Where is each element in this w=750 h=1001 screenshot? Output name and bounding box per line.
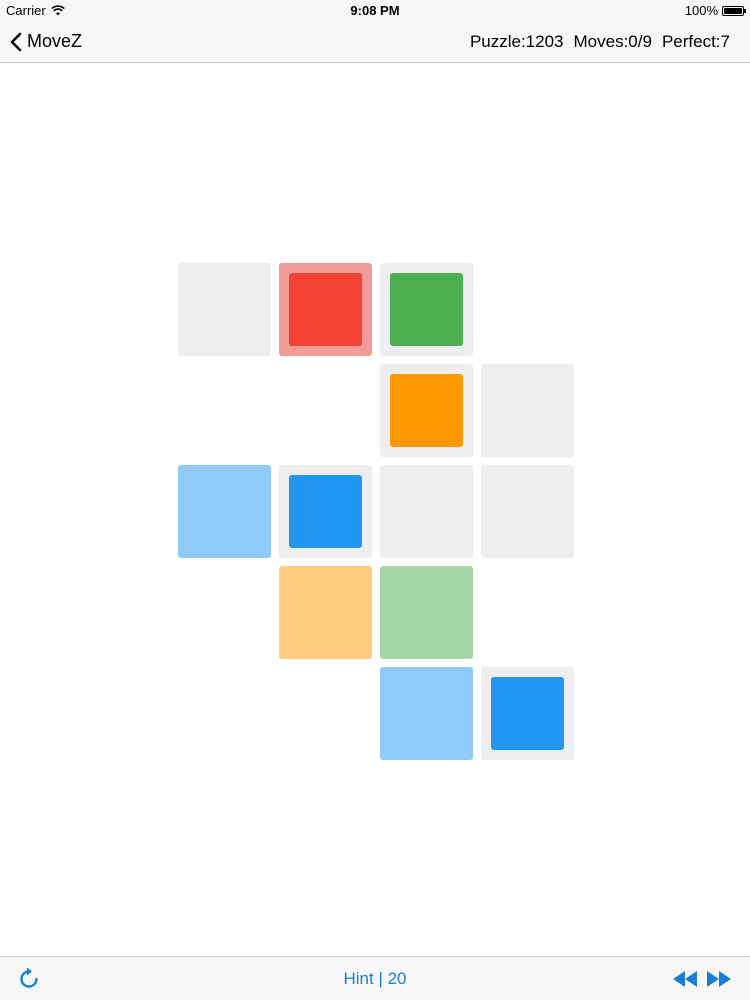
battery-icon <box>722 5 746 16</box>
empty-cell <box>380 465 473 558</box>
chevron-left-icon <box>10 32 22 51</box>
puzzle-number: Puzzle:1203 <box>469 31 564 51</box>
perfect-count: Perfect:7 <box>661 31 730 51</box>
battery-label: 100% <box>684 3 718 18</box>
history-controls <box>664 969 732 989</box>
target-cell-orange <box>279 566 372 659</box>
cell-green <box>380 263 473 356</box>
stats: Puzzle:1203 Moves:0/9 Perfect:7 <box>470 20 730 63</box>
piece-orange[interactable] <box>390 374 463 447</box>
status-bar: Carrier 9:08 PM 100% <box>0 0 750 20</box>
piece-red[interactable] <box>289 273 362 346</box>
cell-red <box>279 263 372 356</box>
bottom-toolbar: Hint | 20 <box>0 956 750 1000</box>
back-label: MoveZ <box>27 31 83 51</box>
status-time: 9:08 PM <box>350 3 400 18</box>
rewind-icon[interactable] <box>672 969 698 989</box>
cell-orange <box>380 364 473 457</box>
back-button[interactable]: MoveZ <box>10 20 82 63</box>
target-cell-blue <box>178 465 271 558</box>
game-board <box>0 64 750 956</box>
target-cell-green <box>380 566 473 659</box>
empty-cell <box>481 364 574 457</box>
cell-blue <box>279 465 372 558</box>
fast-forward-icon[interactable] <box>706 969 732 989</box>
piece-blue[interactable] <box>491 677 564 750</box>
moves-count: Moves:0/9 <box>573 31 652 51</box>
empty-cell <box>178 263 271 356</box>
restart-icon[interactable] <box>16 966 42 992</box>
piece-blue[interactable] <box>289 475 362 548</box>
piece-green[interactable] <box>390 273 463 346</box>
status-right: 100% <box>684 3 746 18</box>
hint-button[interactable]: Hint | 20 <box>295 957 455 1001</box>
nav-bar: MoveZ Puzzle:1203 Moves:0/9 Perfect:7 <box>0 20 750 63</box>
empty-cell <box>481 465 574 558</box>
target-cell-blue <box>380 667 473 760</box>
cell-blue <box>481 667 574 760</box>
